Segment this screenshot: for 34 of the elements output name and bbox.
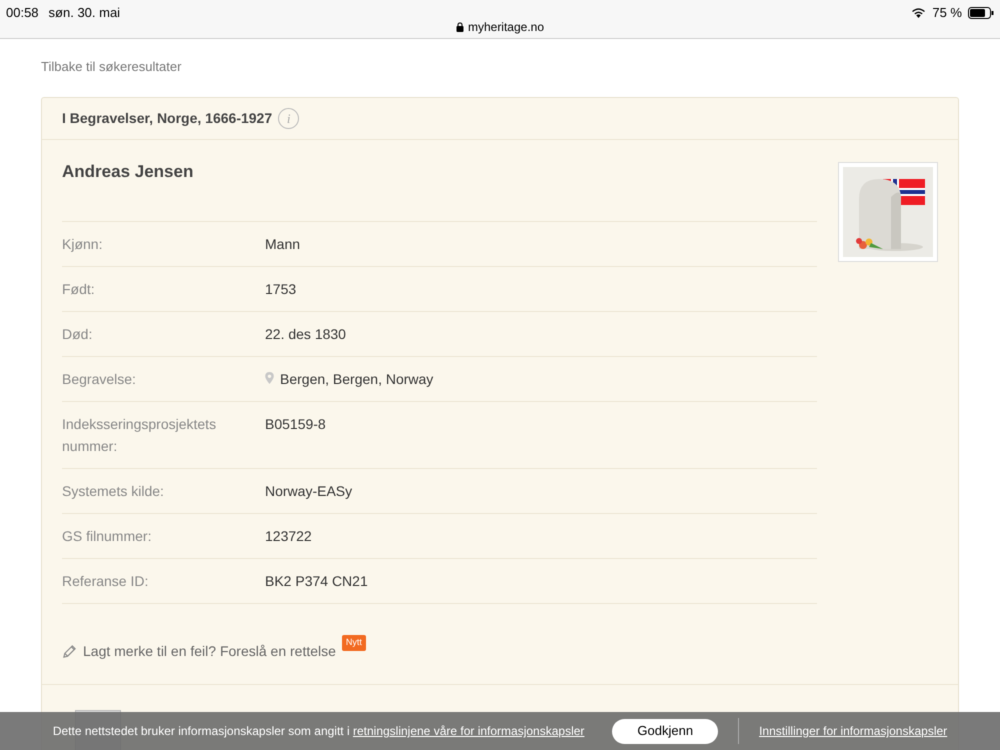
suggest-correction-link[interactable]: Lagt merke til en feil? Foreslå en rettelse [83,641,336,662]
field-label: Kjønn: [62,235,104,254]
field-value: Norway-EASy [265,482,352,501]
field-value: 123722 [265,527,312,546]
field-value: Bergen, Bergen, Norway [280,370,434,389]
url-text[interactable]: myheritage.no [468,18,544,36]
field-label: GS filnummer: [62,527,152,546]
date: søn. 30. mai [48,4,120,22]
field-label: Indeksseringsprosjektets nummer: [62,415,218,456]
field-value: 1753 [265,280,296,299]
person-name: Andreas Jensen [62,162,194,181]
back-link[interactable]: Tilbake til søkeresultater [41,59,182,74]
pencil-icon [62,644,77,659]
field-label: Død: [62,325,94,344]
cookie-message: Dette nettstedet bruker informasjonskapsler som angitt i retningslinjene våre for informasjonskapsler [52,723,584,740]
wifi-icon [911,7,926,18]
battery-level: 75 % [932,4,962,22]
field-label: Systemets kilde: [62,482,165,501]
location-pin-icon [265,372,274,384]
field-value: BK2 P374 CN21 [265,572,368,591]
clock: 00:58 [6,4,39,22]
lock-icon [456,22,464,32]
field-label: Født: [62,280,96,299]
battery-icon [968,6,994,19]
cookie-settings-link[interactable]: Innstillinger for informasjonskapsler [759,722,948,740]
field-value: B05159-8 [265,415,326,434]
field-value: Mann [265,235,300,254]
field-label: Referanse ID: [62,572,150,591]
field-label: Begravelse: [62,370,137,389]
field-value: 22. des 1830 [265,325,346,344]
new-badge: Nytt [342,635,366,650]
collection-title: I Begravelser, Norge, 1666-1927 [62,109,272,128]
accept-button[interactable]: Godkjenn [612,718,718,744]
cookie-policy-link[interactable]: retningslinjene våre for informasjonskapsler [352,724,584,738]
